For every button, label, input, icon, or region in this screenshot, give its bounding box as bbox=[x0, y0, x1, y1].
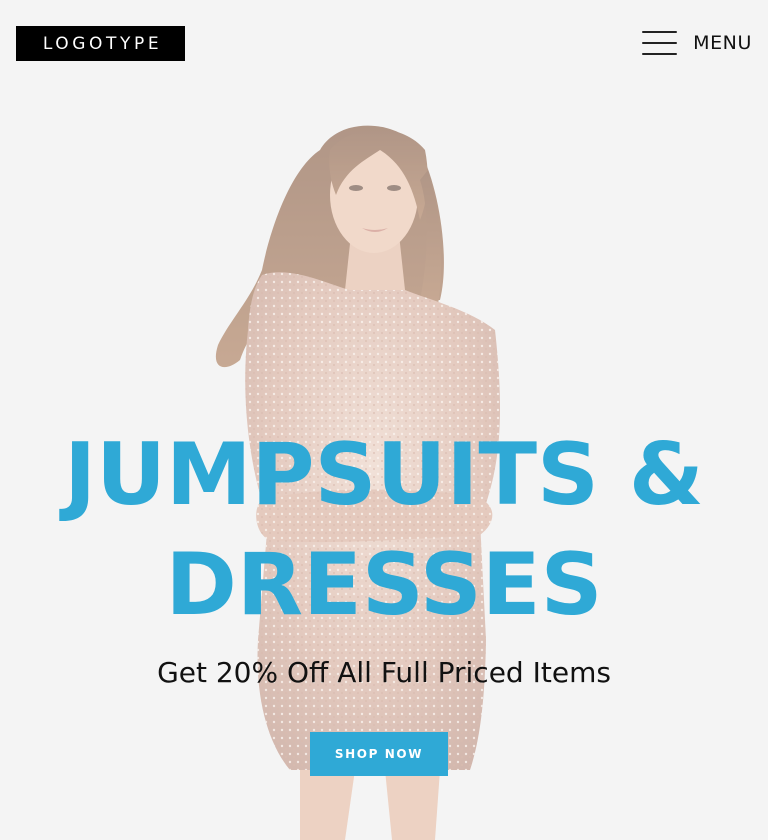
hero-headline: JUMPSUITS & DRESSES bbox=[0, 420, 768, 640]
menu-button[interactable]: MENU bbox=[642, 29, 752, 57]
logo[interactable]: LOGOTYPE bbox=[16, 26, 185, 61]
hero-headline-line-2: DRESSES bbox=[165, 535, 603, 635]
landing-page: LOGOTYPE MENU JUMPSUITS & DRESSES Get 20… bbox=[0, 0, 768, 840]
hamburger-menu-icon[interactable] bbox=[642, 31, 678, 55]
menu-label[interactable]: MENU bbox=[693, 32, 752, 54]
hero-headline-line-1: JUMPSUITS & bbox=[64, 425, 704, 525]
hero-subheadline: Get 20% Off All Full Priced Items bbox=[157, 656, 611, 689]
shop-now-button[interactable]: SHOP NOW bbox=[310, 732, 448, 776]
